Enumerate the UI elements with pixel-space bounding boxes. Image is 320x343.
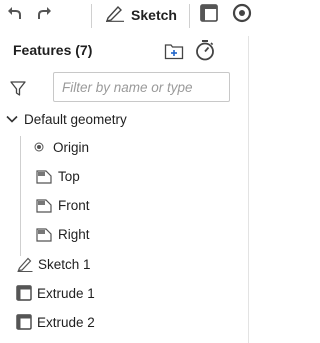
toolbar-divider — [189, 4, 190, 28]
tree-item-label: Sketch 1 — [38, 256, 91, 272]
tree-item-label: Extrude 2 — [37, 314, 95, 330]
tree-item-sketch-1[interactable]: Sketch 1 — [17, 251, 91, 277]
pencil-icon — [17, 256, 33, 272]
tree-item-label: Default geometry — [24, 111, 127, 127]
toolbar-divider — [91, 4, 92, 28]
tree-item-label: Origin — [53, 139, 90, 155]
pencil-icon — [105, 4, 125, 27]
origin-icon — [31, 139, 47, 155]
plane-icon — [36, 168, 52, 184]
tree-item-label: Right — [58, 226, 90, 242]
tree-item-label: Front — [58, 197, 90, 213]
partial-tool-icon — [232, 3, 252, 28]
plane-icon — [36, 197, 52, 213]
tree-item-default-geometry[interactable]: Default geometry — [4, 106, 127, 132]
stopwatch-icon[interactable] — [194, 39, 216, 61]
features-header: Features (7) — [0, 38, 256, 64]
features-title: Features (7) — [13, 42, 93, 58]
extrude-icon — [16, 314, 32, 330]
extrude-icon — [200, 3, 218, 27]
extrude-button[interactable] — [196, 2, 222, 28]
add-folder-icon[interactable] — [164, 42, 184, 60]
tree-item-label: Extrude 1 — [37, 285, 95, 301]
chevron-down-icon[interactable] — [4, 111, 20, 127]
panel-divider — [248, 36, 249, 343]
redo-button[interactable] — [30, 2, 60, 28]
tree-item-right-plane[interactable]: Right — [36, 221, 90, 247]
tree-item-origin[interactable]: Origin — [31, 134, 89, 160]
tree-item-label: Top — [58, 168, 80, 184]
toolbar: Sketch — [0, 0, 256, 32]
undo-button[interactable] — [0, 2, 28, 28]
filter-icon[interactable] — [10, 81, 26, 97]
tree-guide-line — [20, 136, 21, 256]
filter-input[interactable] — [53, 72, 230, 102]
undo-icon — [6, 5, 22, 26]
tree-item-top-plane[interactable]: Top — [36, 163, 80, 189]
extrude-icon — [16, 285, 32, 301]
tree-item-extrude-2[interactable]: Extrude 2 — [16, 309, 95, 335]
tree-item-extrude-1[interactable]: Extrude 1 — [16, 280, 95, 306]
sketch-button[interactable]: Sketch — [98, 2, 184, 28]
toolbar-overflow-tool[interactable] — [232, 2, 256, 28]
redo-icon — [37, 5, 53, 26]
tree-item-front-plane[interactable]: Front — [36, 192, 90, 218]
sketch-label: Sketch — [131, 7, 177, 23]
plane-icon — [36, 226, 52, 242]
